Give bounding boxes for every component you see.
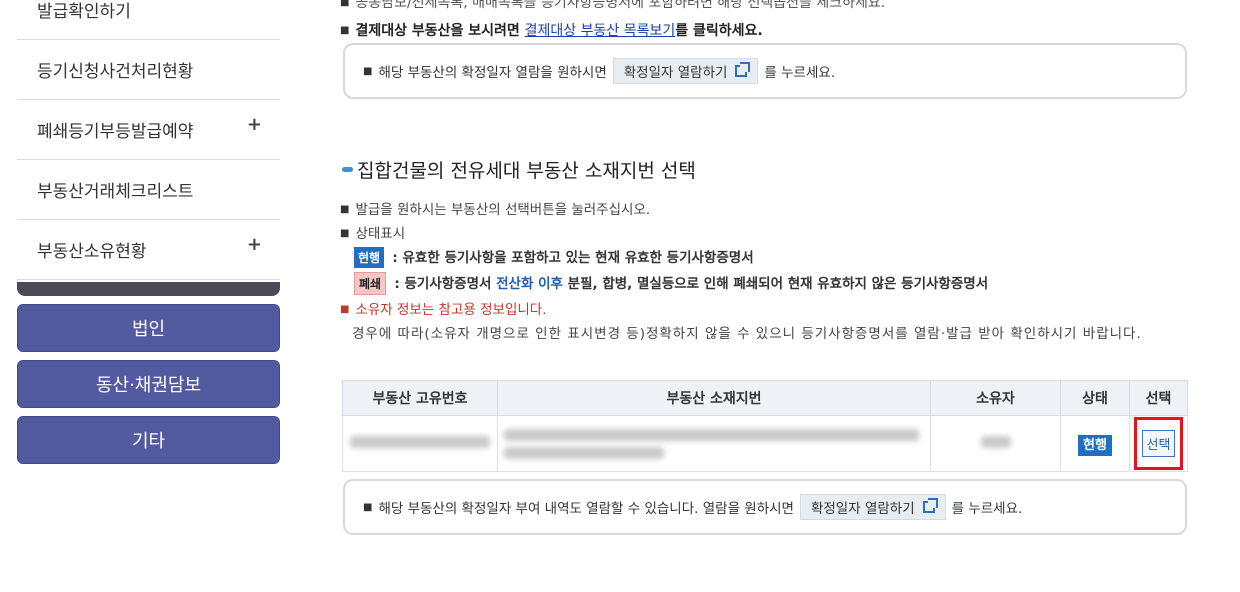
payment-target-list-link[interactable]: 결제대상 부동산 목록보기 [525,23,676,39]
sidebar-button-corporation[interactable]: 법인 [17,304,280,352]
sidebar-item-case-status[interactable]: 등기신청사건처리현황 [17,40,280,100]
status-heading: ■ 상태표시 [340,226,406,242]
redacted-text [980,435,1011,448]
instruction-text: ■ 발급을 원하시는 부동산의 선택버튼을 눌러주십시오. [340,202,651,218]
bullet-icon: ■ [340,0,350,8]
status-cell: 현행 [1060,415,1130,472]
fixed-date-notice: ■ 해당 부동산의 확정일자 열람을 원하시면 확정일자 열람하기 를 누르세요… [343,43,1187,99]
bullet-icon: ■ [340,25,350,36]
fixed-date-view-button[interactable]: 확정일자 열람하기 [799,494,946,520]
sidebar-item-issue-confirm[interactable]: 발급확인하기 [17,0,280,40]
bullet-icon: ■ [340,304,350,315]
status-current-legend: 현행 : 유효한 등기사항을 포함하고 있는 현재 유효한 등기사항증명서 [340,246,754,268]
status-badge: 현행 [1078,435,1112,456]
col-header-owner: 소유자 [930,380,1061,416]
section-title: 집합건물의 전유세대 부동산 소재지번 선택 [342,156,696,183]
property-table: 부동산 고유번호 부동산 소재지번 소유자 상태 선택 현행 선택 [342,380,1188,472]
sidebar-button-movable-collateral[interactable]: 동산·채권담보 [17,360,280,408]
sidebar-item-checklist[interactable]: 부동산거래체크리스트 [17,160,280,220]
sidebar-item-closed-registry[interactable]: 폐쇄등기부등발급예약 + [17,100,280,160]
sidebar: 발급확인하기 등기신청사건처리현황 폐쇄등기부등발급예약 + 부동산거래체크리스… [17,0,280,464]
bullet-icon: ■ [340,228,350,239]
title-bar-icon [342,167,353,172]
status-closed-legend: 폐쇄 : 등기사항증명서 전산화 이후 분필, 합병, 멸실등으로 인해 폐쇄되… [340,272,988,295]
status-badge-current: 현행 [354,247,385,268]
plus-icon[interactable]: + [247,234,262,255]
sidebar-item-label: 폐쇄등기부등발급예약 [37,122,194,142]
plus-icon[interactable]: + [247,114,262,135]
sidebar-item-label: 발급확인하기 [37,2,131,22]
col-header-status: 상태 [1060,380,1130,416]
redacted-text [504,428,919,441]
owner-warning: ■ 소유자 정보는 참고용 정보입니다. [340,302,547,318]
redacted-text [504,446,664,459]
collateral-option-note: ■ 공동담보/전세목록, 매매목록을 등기사항증명서에 포함하려면 해당 선택옵션… [340,0,885,12]
owner-cell [930,415,1061,472]
col-header-unique-number: 부동산 고유번호 [342,380,498,416]
sidebar-collapsed-panel [17,282,280,296]
external-link-icon [922,498,938,513]
sidebar-item-ownership[interactable]: 부동산소유현황 + [17,220,280,280]
payment-target-note: ■ 결제대상 부동산을 보시려면 결제대상 부동산 목록보기를 클릭하세요. [340,23,763,39]
bullet-icon: ■ [363,65,373,77]
fixed-date-view-button[interactable]: 확정일자 열람하기 [612,58,759,84]
fixed-date-history-notice: ■ 해당 부동산의 확정일자 부여 내역도 열람할 수 있습니다. 열람을 원하… [343,479,1187,535]
owner-note: 경우에 따라(소유자 개명으로 인한 표시변경 등)정확하지 않을 수 있으니 … [352,326,1142,342]
col-header-select: 선택 [1129,380,1188,416]
table-row: 현행 선택 [342,415,1188,472]
status-badge-closed: 폐쇄 [354,272,387,295]
select-button[interactable]: 선택 [1141,430,1176,457]
col-header-address: 부동산 소재지번 [497,380,931,416]
select-cell: 선택 [1129,415,1188,472]
sidebar-item-label: 부동산소유현황 [37,242,147,262]
unique-number-cell [342,415,498,472]
bullet-icon: ■ [340,204,350,215]
select-highlight: 선택 [1133,417,1184,470]
redacted-text [350,435,490,448]
sidebar-button-etc[interactable]: 기타 [17,416,280,464]
external-link-icon [735,62,751,77]
bullet-icon: ■ [363,501,373,513]
address-cell [497,415,931,472]
sidebar-item-label: 부동산거래체크리스트 [37,182,194,202]
sidebar-item-label: 등기신청사건처리현황 [37,62,194,82]
